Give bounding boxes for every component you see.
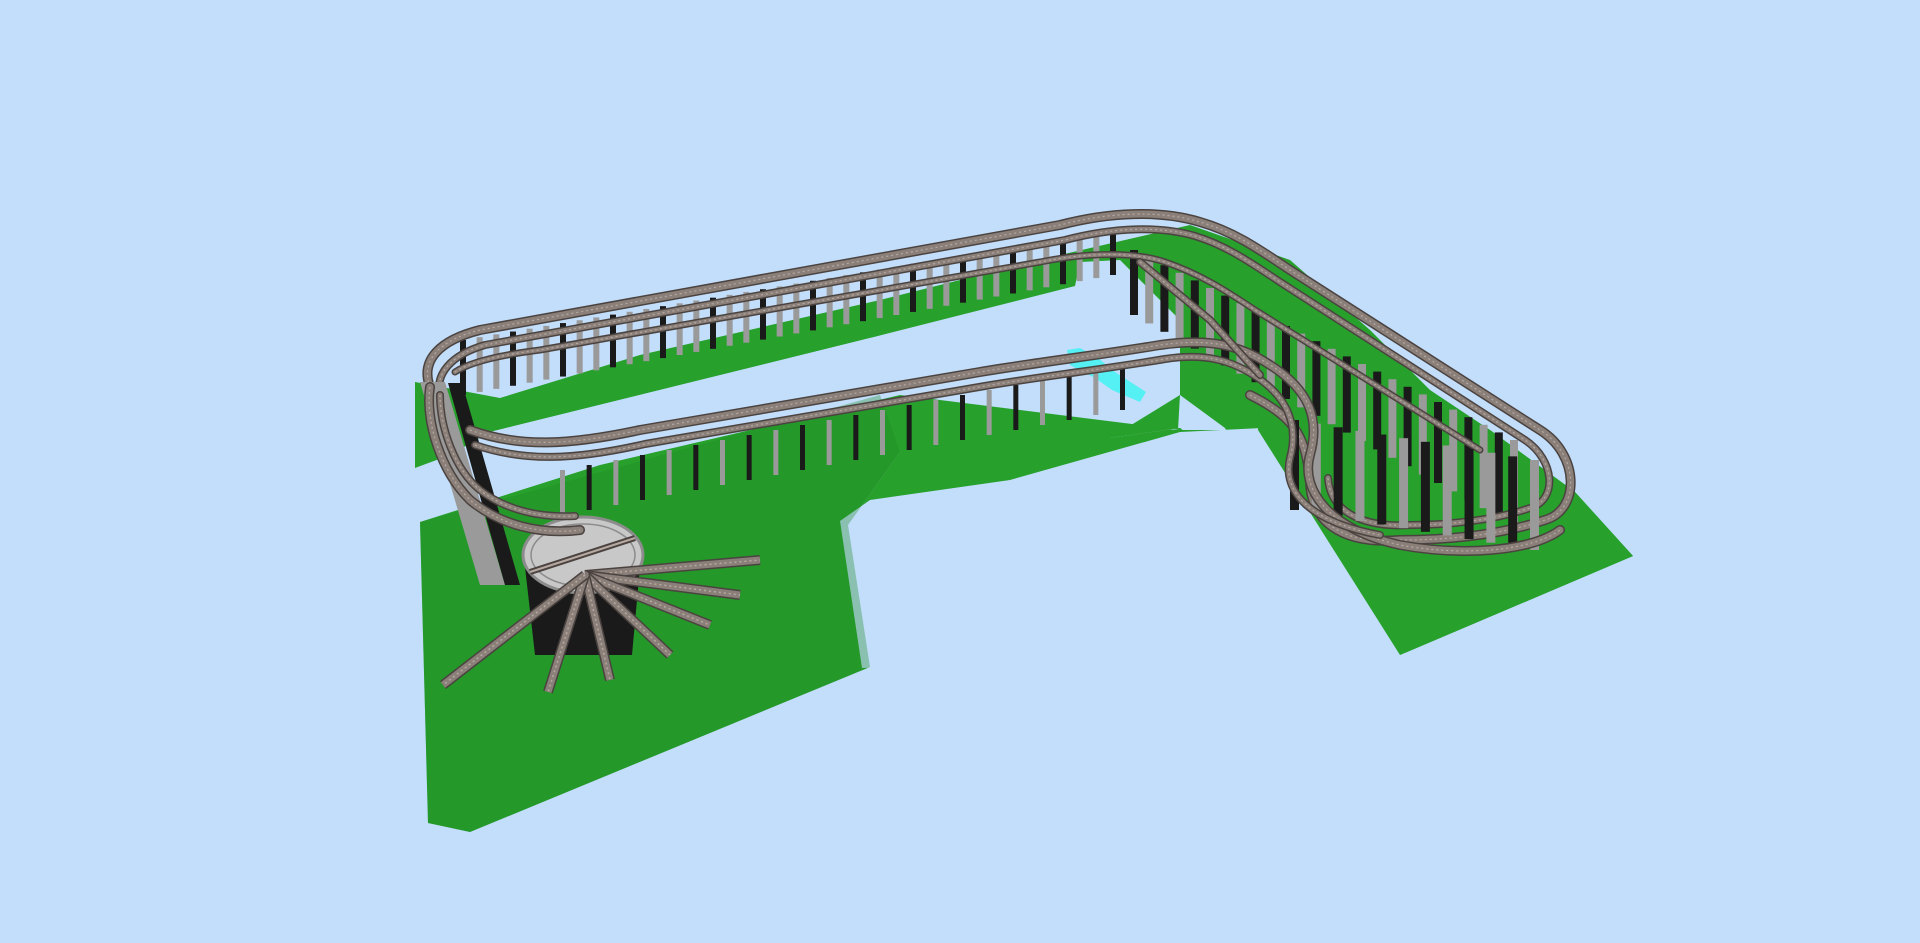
support-pier [560,470,565,515]
support-pier [1066,375,1072,420]
support-pier [960,395,965,440]
support-pier [1464,449,1474,540]
support-pier [826,420,832,465]
support-pier [1266,318,1275,391]
support-pier [800,425,805,470]
support-pier [1355,430,1365,521]
support-pier [1013,385,1019,430]
support-pier [1377,434,1387,525]
support-pier [666,450,672,495]
support-pier [933,400,939,445]
3d-viewport[interactable] [0,0,1920,943]
support-pier [693,445,699,490]
support-pier [586,465,592,510]
support-pier [1333,427,1343,518]
support-pier [1486,452,1496,543]
support-pier [906,405,912,450]
support-pier [1093,370,1099,415]
support-pier [1040,380,1045,425]
support-pier [1399,438,1409,529]
support-pier [1508,456,1518,547]
support-pier [1420,441,1430,532]
support-pier [1494,432,1503,517]
support-pier [1282,326,1290,399]
support-pier [746,435,752,480]
support-pier [986,390,992,435]
support-pier [613,460,619,505]
support-pier [720,440,725,485]
support-pier [1442,445,1452,536]
support-pier [640,455,645,500]
layout-scene[interactable] [0,0,1920,943]
support-pier [853,415,859,460]
support-pier [1434,402,1442,483]
support-pier [773,430,779,475]
support-pier [1120,365,1125,410]
support-pier [880,410,885,455]
support-pier [1175,272,1184,341]
